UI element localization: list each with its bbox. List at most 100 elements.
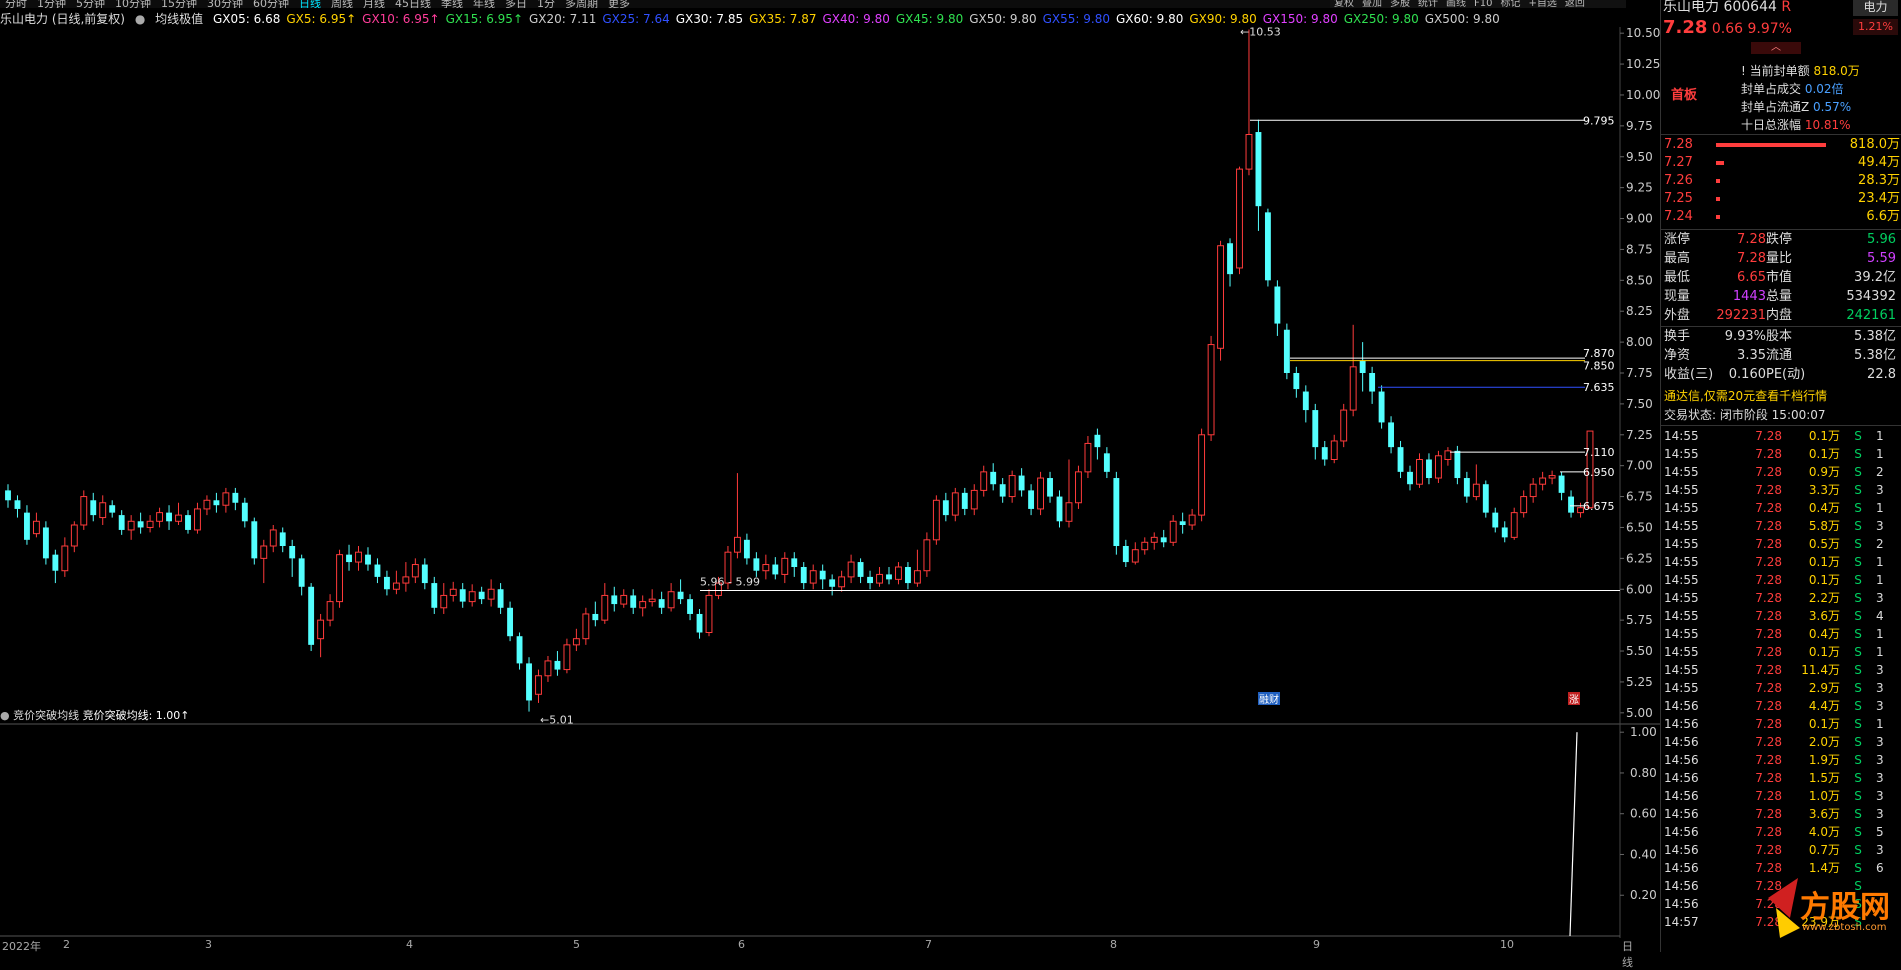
toolbar-button[interactable]: 统计 <box>1418 0 1438 8</box>
ma-value: GX25: 7.64 <box>602 12 670 26</box>
toolbar-button[interactable]: 画线 <box>1446 0 1466 8</box>
tick-volume: 2.2万 <box>1808 591 1840 605</box>
tick-price: 7.28 <box>1755 843 1782 857</box>
candle-body <box>336 554 343 603</box>
sector-label[interactable]: 电力 <box>1853 0 1898 16</box>
stock-tag: R <box>1776 0 1792 15</box>
seal-info-label: 封单占流通Z <box>1741 100 1814 114</box>
candle-body <box>251 521 258 559</box>
tick-price: 7.28 <box>1755 609 1782 623</box>
stock-title[interactable]: 乐山电力 600644 <box>1663 0 1777 15</box>
period-tab[interactable]: 45日线 <box>395 0 431 8</box>
watermark-url: www.zbtosh.com <box>1802 922 1887 933</box>
stat-label: 总量 <box>1766 289 1793 304</box>
seal-info-row: ! 当前封单额 818.0万 <box>1741 62 1860 80</box>
candle-body <box>1028 490 1035 509</box>
candle-body <box>1198 434 1206 516</box>
candle-body <box>241 502 248 522</box>
candle-body <box>1529 483 1537 498</box>
candle-body <box>809 570 817 584</box>
period-tab[interactable]: 月线 <box>363 0 385 8</box>
order-book-row[interactable]: 7.25 23.4万 <box>1664 190 1900 208</box>
promo-link[interactable]: 通达信,仅需20元查看千档行情 <box>1664 387 1827 405</box>
candle-body <box>572 638 580 646</box>
candle-body <box>1065 502 1073 522</box>
seal-info-row: 十日总涨幅 10.81% <box>1741 116 1851 134</box>
period-tab[interactable]: 更多 <box>608 0 630 8</box>
ma-value: GX250: 9.80 <box>1343 12 1419 26</box>
period-tab[interactable]: 15分钟 <box>161 0 197 8</box>
tick-time: 14:55 <box>1664 555 1699 569</box>
period-tab[interactable]: 5分钟 <box>76 0 105 8</box>
tick-volume: 0.1万 <box>1808 555 1840 569</box>
seal-info-value: 0.02倍 <box>1804 82 1844 96</box>
period-tab[interactable]: 多周期 <box>565 0 598 8</box>
collapse-toggle[interactable]: ︿ <box>1751 42 1801 54</box>
toolbar-button[interactable]: 叠加 <box>1362 0 1382 8</box>
y-tick-label: 6.50 <box>1626 520 1653 534</box>
period-tab[interactable]: 年线 <box>473 0 495 8</box>
toolbar-button[interactable]: 返回 <box>1565 0 1585 8</box>
order-book-row[interactable]: 7.27 49.4万 <box>1664 154 1900 172</box>
toolbar-button[interactable]: F10 <box>1474 0 1492 8</box>
tick-row: 14:56 7.28 1.0万 S 3 <box>1664 787 1900 805</box>
period-tab[interactable]: 周线 <box>331 0 353 8</box>
tick-row: 14:55 7.28 3.3万 S 3 <box>1664 481 1900 499</box>
tick-count: 3 <box>1876 681 1884 695</box>
tick-price: 7.28 <box>1755 735 1782 749</box>
candle-body <box>1274 286 1281 324</box>
candlestick-chart[interactable]: 10.50 10.25 10.00 9.75 9.50 9.25 9.00 8.75 8.50 8… <box>0 27 1660 725</box>
ma-value: GX55: 9.80 <box>1042 12 1110 26</box>
stat-value: 292231 <box>1716 308 1766 323</box>
sub-tick-label: 0.40 <box>1630 847 1657 861</box>
tick-price: 7.28 <box>1755 573 1782 587</box>
candle-body <box>1397 447 1404 472</box>
candle-body <box>1293 373 1300 390</box>
toolbar-button[interactable]: 复权 <box>1334 0 1354 8</box>
indicator-name[interactable]: 均线极值 <box>155 12 203 26</box>
order-book-row[interactable]: 7.26 28.3万 <box>1664 172 1900 190</box>
event-badge[interactable]: 融财 <box>1258 692 1280 706</box>
toolbar-button[interactable]: 标记 <box>1500 0 1520 8</box>
toolbar-button[interactable]: 多股 <box>1390 0 1410 8</box>
candle-body <box>317 619 325 640</box>
toolbar-button[interactable]: +自选 <box>1528 0 1556 8</box>
period-tab[interactable]: 30分钟 <box>207 0 243 8</box>
tick-time: 14:55 <box>1664 483 1699 497</box>
period-tab[interactable]: 分时 <box>5 0 27 8</box>
y-tick-label: 9.75 <box>1626 119 1653 133</box>
y-tick-label: 7.00 <box>1626 459 1653 473</box>
period-tab[interactable]: 1分 <box>537 0 555 8</box>
period-tab[interactable]: 季线 <box>441 0 463 8</box>
tick-volume: 0.1万 <box>1808 645 1840 659</box>
order-book-row[interactable]: 7.24 6.6万 <box>1664 208 1900 226</box>
indicator-settings-icon[interactable]: ● <box>135 12 145 26</box>
candle-body <box>1454 450 1461 479</box>
period-tab[interactable]: 日线 <box>299 0 321 8</box>
period-tab[interactable]: 1分钟 <box>37 0 66 8</box>
candle-body <box>42 527 49 559</box>
tick-price: 7.28 <box>1755 645 1782 659</box>
period-tab[interactable]: 10分钟 <box>115 0 151 8</box>
x-axis-label: 9 <box>1313 938 1320 951</box>
candle-body <box>648 598 656 603</box>
candle-body <box>392 582 400 590</box>
stat-value: 5.38亿 <box>1854 348 1896 363</box>
stat-label: 涨停 <box>1664 232 1691 247</box>
level-label: 9.795 <box>1583 114 1615 127</box>
y-tick-label: 5.75 <box>1626 613 1653 627</box>
stock-period-label[interactable]: 乐山电力 (日线,前复权) <box>0 12 125 26</box>
tick-row: 14:55 7.28 0.5万 S 2 <box>1664 535 1900 553</box>
candle-body <box>1255 132 1262 207</box>
period-tab[interactable]: 多日 <box>505 0 527 8</box>
tick-count: 1 <box>1876 429 1884 443</box>
tick-time: 14:56 <box>1664 717 1699 731</box>
period-tab[interactable]: 60分钟 <box>253 0 289 8</box>
tick-count: 3 <box>1876 807 1884 821</box>
tick-time: 14:55 <box>1664 519 1699 533</box>
bid-price: 7.25 <box>1664 191 1693 206</box>
sub-indicator-chart[interactable]: 1.00 0.80 0.60 0.40 0.20 <box>0 710 1660 938</box>
event-badge[interactable]: 涨 <box>1568 692 1580 706</box>
order-book-row[interactable]: 7.28 818.0万 <box>1664 136 1900 154</box>
tick-count: 1 <box>1876 447 1884 461</box>
